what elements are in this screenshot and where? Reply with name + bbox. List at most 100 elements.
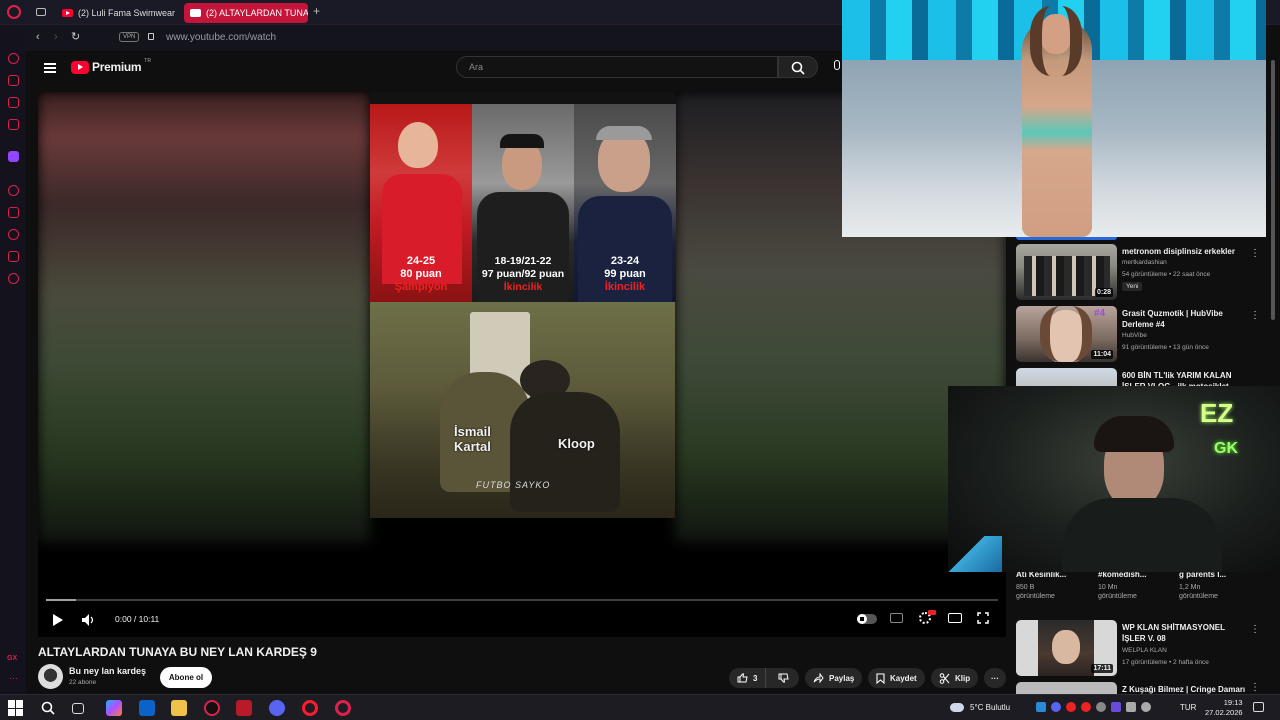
instagram-icon[interactable] (8, 119, 19, 130)
rec-top-edge (1016, 237, 1117, 240)
channel-avatar[interactable] (38, 664, 63, 689)
clip-button[interactable]: Klip (931, 668, 979, 688)
opera-icon[interactable] (302, 700, 318, 716)
file-explorer-icon[interactable] (171, 700, 187, 716)
rec-menu-icon[interactable]: ⋮ (1250, 310, 1260, 321)
scissors-icon (939, 672, 950, 684)
weather-icon[interactable] (950, 703, 964, 712)
bookmark-icon[interactable] (8, 207, 19, 218)
start-icon[interactable] (8, 700, 23, 716)
lock-icon[interactable] (148, 33, 154, 40)
forward-icon[interactable]: › (54, 31, 58, 43)
aria-icon[interactable] (8, 53, 19, 64)
channel-name[interactable]: Bu ney lan kardeş (69, 666, 146, 676)
rec-item[interactable]: 600 BİN TL'lik YARIM KALAN İŞLER VLOG - … (1016, 368, 1270, 386)
rec-title[interactable]: metronom disiplinsiz erkekler (1122, 246, 1250, 257)
like-button[interactable]: 3 (729, 668, 767, 688)
opera-gx-icon[interactable] (204, 700, 220, 716)
settings-icon[interactable] (8, 273, 19, 284)
opera-logo-icon[interactable] (7, 5, 21, 19)
hd-badge (928, 610, 936, 615)
youtube-logo[interactable]: Premium TR (71, 58, 151, 74)
notifications-icon[interactable] (1253, 702, 1264, 712)
rec-thumbnail[interactable]: #4 11:04 (1016, 306, 1117, 362)
rec-item[interactable]: #4 11:04 Grasit Quzmotik | HubVibe Derle… (1016, 306, 1270, 364)
shopping-icon[interactable] (8, 75, 19, 86)
player-icon[interactable] (8, 185, 19, 196)
new-tab-button[interactable]: + (313, 4, 320, 18)
more-actions-button[interactable]: ··· (984, 668, 1006, 688)
progress-bar[interactable] (46, 599, 998, 601)
name-left: İsmail Kartal (454, 424, 491, 454)
overlay-text-2: 18-19/21-22 97 puan/92 puan İkincilik (481, 255, 565, 293)
voice-search-icon[interactable] (834, 60, 840, 70)
tab-island-icon[interactable] (36, 8, 46, 16)
rec-menu-icon[interactable]: ⋮ (1250, 624, 1260, 635)
back-icon[interactable]: ‹ (36, 31, 40, 43)
task-view-icon[interactable] (72, 703, 84, 714)
rec-menu-icon[interactable]: ⋮ (1250, 682, 1260, 693)
autoplay-toggle[interactable] (857, 614, 877, 624)
voicemeeter-icon[interactable] (236, 700, 252, 716)
gx-label[interactable]: GX (7, 655, 17, 662)
fullscreen-icon[interactable] (977, 612, 989, 624)
rec-new-badge: Yeni (1122, 282, 1143, 291)
address-bar-row: ‹ › ↻ VPN www.youtube.com/watch (26, 25, 842, 51)
subtitles-icon[interactable] (890, 613, 903, 623)
tab-altaylardan[interactable]: (2) ALTAYLARDAN TUNAYA (184, 3, 308, 23)
rec-title[interactable]: Z Kuşağı Bilmez | Cringe Damarı (1122, 684, 1250, 694)
copilot-icon[interactable] (106, 700, 122, 716)
like-dislike-group: 3 (729, 668, 799, 688)
search-button[interactable] (778, 56, 818, 78)
tray-icons[interactable] (1036, 702, 1151, 712)
rec-item[interactable]: 17:11 WP KLAN SHİTMASYONEL İŞLER V. 08 W… (1016, 620, 1270, 678)
more-icon[interactable]: ··· (9, 673, 18, 683)
rec-duration: 11:04 (1091, 350, 1113, 359)
url-field[interactable]: www.youtube.com/watch (166, 32, 276, 43)
thumbs-down-icon (778, 673, 790, 683)
taskbar-search-icon[interactable] (40, 700, 56, 716)
extensions-icon[interactable] (8, 251, 19, 262)
rec-thumbnail[interactable]: 17:11 (1016, 620, 1117, 676)
share-button[interactable]: Paylaş (805, 668, 863, 688)
menu-icon[interactable] (44, 61, 56, 75)
dislike-button[interactable] (771, 673, 796, 683)
reload-icon[interactable]: ↻ (71, 30, 80, 43)
webcam-overlay: EZ GK (948, 386, 1280, 572)
messenger-icon[interactable] (8, 97, 19, 108)
rec-thumbnail[interactable] (1016, 368, 1117, 386)
weather-text[interactable]: 5°C Bulutlu (970, 703, 1010, 712)
short-item[interactable]: Atı Kesinlik... 850 B görüntüleme (1016, 570, 1094, 600)
rec-thumbnail[interactable] (1016, 682, 1117, 694)
short-item[interactable]: #komedish... 10 Mn görüntüleme (1098, 570, 1176, 600)
short-item[interactable]: g parents I... 1,2 Mn görüntüleme (1179, 570, 1257, 600)
subscribe-button[interactable]: Abone ol (160, 667, 212, 688)
discord-icon[interactable] (269, 700, 285, 716)
picture-in-picture-video[interactable] (842, 0, 1266, 237)
rec-title[interactable]: 600 BİN TL'lik YARIM KALAN İŞLER VLOG - … (1122, 370, 1250, 386)
rec-item[interactable]: 0:28 metronom disiplinsiz erkekler mertk… (1016, 244, 1270, 302)
language-indicator[interactable]: TUR (1180, 703, 1196, 712)
rec-item[interactable]: Z Kuşağı Bilmez | Cringe Damarı ⋮ (1016, 682, 1270, 694)
opera-gx-icon-2[interactable] (335, 700, 351, 716)
page-scrollbar[interactable] (1271, 60, 1275, 320)
video-frame: 24-25 80 puan Şampiyon 18-19/21-22 97 puan/… (370, 92, 676, 518)
theater-icon[interactable] (948, 613, 962, 623)
vpn-badge[interactable]: VPN (119, 32, 140, 42)
search-input[interactable]: Ara (456, 56, 778, 78)
volume-icon (82, 614, 94, 626)
history-icon[interactable] (8, 229, 19, 240)
rec-title[interactable]: Grasit Quzmotik | HubVibe Derleme #4 (1122, 308, 1250, 330)
tab-luli-fama[interactable]: (2) Luli Fama Swimwear F... (56, 3, 176, 23)
search-icon (791, 61, 805, 75)
volume-button[interactable] (81, 613, 95, 627)
clock[interactable]: 19:13 27.02.2026 (1205, 698, 1243, 718)
rec-thumbnail[interactable]: 0:28 (1016, 244, 1117, 300)
save-button[interactable]: Kaydet (868, 668, 925, 688)
rec-menu-icon[interactable]: ⋮ (1250, 248, 1260, 259)
rec-title[interactable]: WP KLAN SHİTMASYONEL İŞLER V. 08 (1122, 622, 1250, 644)
twitch-icon[interactable] (8, 151, 19, 162)
mail-icon[interactable] (139, 700, 155, 716)
play-button[interactable] (52, 613, 64, 627)
rec-duration: 17:11 (1091, 664, 1113, 673)
